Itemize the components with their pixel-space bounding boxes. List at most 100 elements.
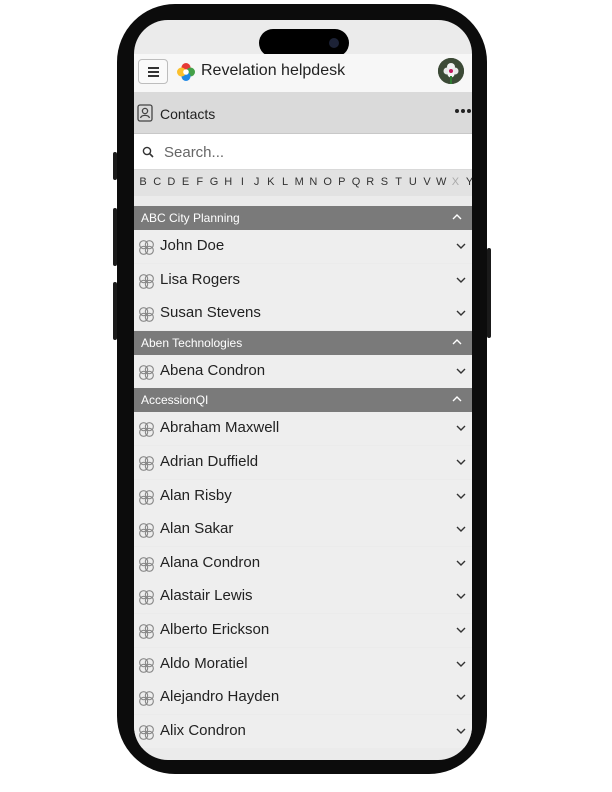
revelation-logo-icon (177, 63, 195, 81)
contact-person-icon (139, 724, 154, 740)
alphabet-letter-l[interactable]: L (279, 176, 291, 188)
more-options-icon-dot (461, 109, 465, 113)
alphabet-letter-x[interactable]: X (449, 176, 461, 188)
alphabet-letter-v[interactable]: V (421, 176, 433, 188)
contact-row[interactable]: Adrian Duffield (134, 446, 472, 479)
contact-row[interactable]: Abena Condron (134, 354, 472, 388)
hamburger-menu-button[interactable] (138, 59, 168, 84)
contact-name: Lisa Rogers (160, 270, 241, 288)
hamburger-icon (148, 67, 159, 69)
contact-name: Alberto Erickson (160, 621, 270, 638)
contact-person-icon (139, 307, 154, 323)
chevron-down-icon (456, 425, 466, 432)
contact-name: Susan Stevens (160, 304, 261, 322)
contact-person-icon (139, 489, 154, 505)
group-header[interactable]: Aben Technologies (134, 330, 472, 355)
hamburger-icon-line (148, 75, 159, 77)
alphabet-letter-d[interactable]: D (165, 176, 177, 188)
chevron-up-icon (452, 338, 462, 345)
chevron-down-icon (456, 593, 466, 600)
hamburger-icon-line (148, 71, 159, 73)
group-header-label: Aben Technologies (141, 335, 243, 350)
contact-row[interactable]: Susan Stevens (134, 297, 472, 331)
contact-name: Abena Condron (160, 361, 266, 379)
user-avatar[interactable] (438, 58, 464, 84)
contact-row[interactable]: Alastair Lewis (134, 580, 472, 614)
chevron-down-icon (456, 694, 466, 701)
contact-person-icon (139, 456, 154, 471)
contact-person-icon (139, 523, 154, 539)
contact-person-icon (139, 422, 154, 438)
alphabet-letter-t[interactable]: T (393, 176, 405, 188)
contact-name: Alana Condron (160, 553, 261, 571)
alphabet-letter-k[interactable]: K (265, 176, 277, 188)
contact-person-icon (139, 590, 154, 606)
contact-name: John Doe (160, 237, 225, 254)
chevron-down-icon (456, 310, 466, 317)
contact-person-icon (139, 240, 154, 255)
contact-name: Abraham Maxwell (160, 419, 280, 437)
alphabet-letter-u[interactable]: U (407, 176, 419, 188)
alphabet-letter-o[interactable]: O (322, 176, 334, 188)
alphabet-letter-p[interactable]: P (336, 176, 348, 188)
chevron-up-icon (452, 214, 462, 220)
dynamic-island (259, 29, 349, 57)
group-header[interactable]: ABC City Planning (134, 206, 472, 230)
chevron-down-icon (456, 627, 466, 633)
contact-person-icon (139, 657, 154, 673)
contact-row[interactable]: Alberto Erickson (134, 614, 472, 647)
phone-side-button (113, 152, 117, 180)
contact-row[interactable]: Alana Condron (134, 546, 472, 580)
alphabet-letter-y[interactable]: Y (464, 176, 472, 188)
contact-name: Alastair Lewis (160, 587, 253, 605)
contact-person-icon (139, 691, 154, 707)
contact-person-icon (139, 364, 154, 380)
group-header-label: AccessionQI (141, 393, 209, 408)
chevron-down-icon (456, 728, 466, 734)
alphabet-letter-j[interactable]: J (251, 176, 263, 188)
contacts-header: Contacts (134, 92, 472, 134)
chevron-down-icon (456, 661, 466, 667)
alphabet-letter-r[interactable]: R (364, 176, 376, 188)
contact-person-icon (139, 624, 154, 639)
group-header-label: ABC City Planning (141, 211, 240, 225)
alphabet-letter-q[interactable]: Q (350, 176, 362, 188)
camera-icon (329, 38, 339, 48)
alphabet-letter-h[interactable]: H (222, 176, 234, 188)
alphabet-letter-e[interactable]: E (180, 176, 192, 188)
alphabet-letter-g[interactable]: G (208, 176, 220, 188)
alphabet-index: BCDEFGHIJKLMNOPQRSTUVWXY (134, 170, 472, 196)
more-options-icon-dot (467, 109, 471, 113)
alphabet-letter-f[interactable]: F (194, 176, 206, 188)
more-options-button[interactable] (454, 107, 472, 115)
alphabet-letter-b[interactable]: B (137, 176, 149, 188)
alphabet-letter-m[interactable]: M (293, 176, 305, 188)
alphabet-letter-c[interactable]: C (151, 176, 163, 188)
phone-volume-up-button (113, 208, 117, 266)
contact-row[interactable]: Alix Condron (134, 714, 472, 748)
alphabet-letter-i[interactable]: I (236, 176, 248, 188)
alphabet-letter-s[interactable]: S (378, 176, 390, 188)
contact-name: Aldo Moratiel (160, 654, 248, 672)
alphabet-letter-w[interactable]: W (435, 176, 447, 188)
search-input[interactable] (164, 141, 464, 163)
chevron-down-icon (456, 368, 466, 374)
alphabet-letter-n[interactable]: N (307, 176, 319, 188)
contact-person-icon (139, 556, 154, 572)
contact-name: Alejandro Hayden (160, 688, 280, 706)
app-bar: Revelation helpdesk (134, 54, 472, 92)
contact-row[interactable]: Abraham Maxwell (134, 412, 472, 446)
contact-name: Alan Risby (160, 486, 232, 504)
contact-row[interactable]: Alejandro Hayden (134, 681, 472, 715)
contact-row[interactable]: Alan Sakar (134, 513, 472, 547)
chevron-down-icon (456, 277, 466, 283)
contact-row[interactable]: John Doe (134, 230, 472, 263)
page-title: Contacts (160, 106, 216, 122)
contact-name: Adrian Duffield (160, 453, 259, 470)
search-bar (134, 134, 472, 170)
contact-row[interactable]: Alan Risby (134, 479, 472, 513)
contact-row[interactable]: Aldo Moratiel (134, 647, 472, 681)
contact-row[interactable]: Lisa Rogers (134, 263, 472, 297)
group-header[interactable]: AccessionQI (134, 388, 472, 413)
contact-card-icon (137, 104, 153, 122)
